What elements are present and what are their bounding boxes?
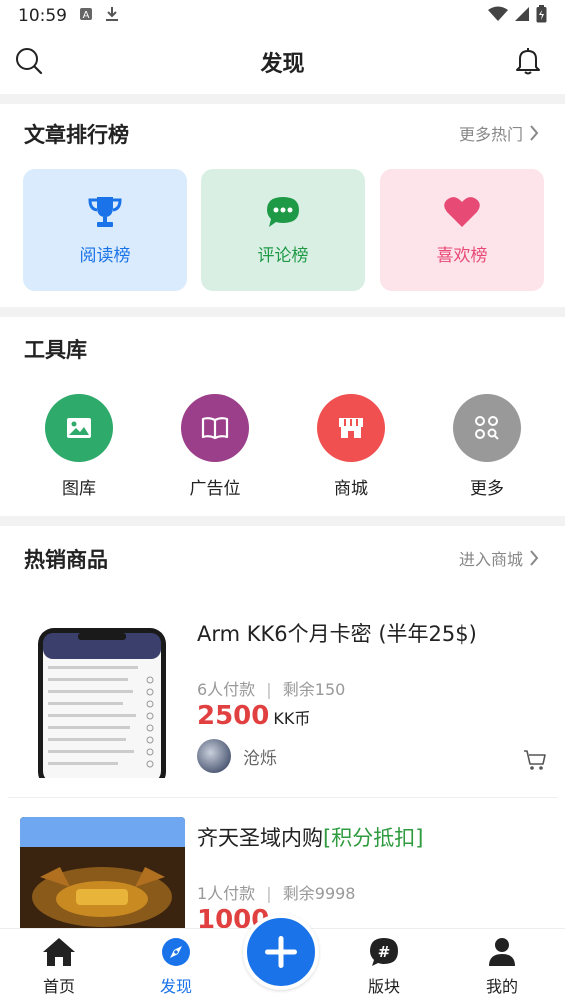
product-price-unit: KK币 <box>273 709 311 728</box>
hot-section-title: 热销商品 <box>24 548 108 572</box>
bell-icon[interactable] <box>513 46 543 76</box>
product-meta: 6人付款 | 剩余150 <box>197 676 345 700</box>
trophy-icon <box>88 196 122 227</box>
enter-shop-link[interactable]: 进入商城 <box>459 546 539 570</box>
product-card[interactable]: Arm KK6个月卡密 (半年25$) 6人付款 | 剩余150 2500 KK币… <box>0 600 565 795</box>
avatar <box>197 739 231 773</box>
tool-more[interactable]: 更多 <box>437 394 537 499</box>
publish-button[interactable] <box>243 914 319 990</box>
notification-a-icon: A <box>79 7 93 25</box>
nav-forum[interactable]: # 版块 <box>344 937 424 997</box>
tool-shop[interactable]: 商城 <box>301 394 401 499</box>
rank-card-label: 评论榜 <box>257 245 309 266</box>
rank-card-label: 喜欢榜 <box>436 245 488 266</box>
battery-icon <box>536 4 547 28</box>
nav-label: 版块 <box>367 977 400 996</box>
product-price: 2500 KK币 <box>197 701 310 731</box>
rank-card-read[interactable]: 阅读榜 <box>23 169 187 291</box>
tool-label: 广告位 <box>189 479 241 499</box>
tool-gallery[interactable]: 图库 <box>29 394 129 499</box>
book-icon <box>181 394 249 462</box>
product-meta: 1人付款 | 剩余9998 <box>197 880 356 904</box>
product-stock: 剩余150 <box>282 680 346 699</box>
product-stock: 剩余9998 <box>282 884 356 903</box>
chevron-right-icon <box>530 550 539 566</box>
chevron-right-icon <box>530 125 539 141</box>
wifi-icon <box>488 6 508 27</box>
product-title-text: Arm KK6个月卡密 (半年25$) <box>197 622 477 646</box>
nav-home[interactable]: 首页 <box>19 937 99 997</box>
product-thumbnail <box>20 817 185 928</box>
tool-label: 图库 <box>62 479 96 499</box>
page-title: 发现 <box>260 52 305 77</box>
nav-label: 发现 <box>159 977 192 996</box>
product-thumbnail <box>20 620 185 778</box>
nav-me[interactable]: 我的 <box>462 937 542 997</box>
nav-label: 首页 <box>42 977 75 996</box>
product-divider <box>8 797 557 798</box>
shop-icon <box>317 394 385 462</box>
status-bar: 10:59 A <box>0 0 565 32</box>
image-icon <box>45 394 113 462</box>
heart-icon <box>444 196 480 227</box>
rank-card-label: 阅读榜 <box>79 245 131 266</box>
nav-label: 我的 <box>485 977 518 996</box>
svg-text:#: # <box>378 943 391 961</box>
tool-ad-slot[interactable]: 广告位 <box>165 394 265 499</box>
articles-section-title: 文章排行榜 <box>24 123 129 147</box>
search-icon[interactable] <box>14 46 44 76</box>
product-sold: 6人付款 <box>197 680 256 699</box>
enter-shop-label: 进入商城 <box>458 550 523 569</box>
product-seller[interactable]: 沧烁 <box>197 739 277 773</box>
signal-icon <box>514 6 530 27</box>
cart-icon[interactable] <box>523 749 547 771</box>
product-card[interactable]: 齐天圣域内购[积分抵扣] 1人付款 | 剩余9998 1000 <box>0 800 565 928</box>
product-tag: [积分抵扣] <box>323 826 424 850</box>
tool-label: 更多 <box>470 479 504 499</box>
product-price-value: 2500 <box>197 701 270 731</box>
chat-icon <box>267 196 299 227</box>
top-bar: 发现 <box>0 34 565 90</box>
product-title-text: 齐天圣域内购 <box>197 826 323 850</box>
meta-separator: | <box>266 884 272 903</box>
home-icon <box>43 938 75 966</box>
tools-section-title: 工具库 <box>24 338 87 362</box>
seller-name: 沧烁 <box>243 748 277 769</box>
more-hot-link[interactable]: 更多热门 <box>459 121 539 145</box>
tool-label: 商城 <box>334 479 368 499</box>
more-hot-label: 更多热门 <box>458 125 523 144</box>
hashtag-chat-icon: # <box>370 938 398 966</box>
status-time: 10:59 <box>18 6 67 26</box>
more-grid-icon <box>453 394 521 462</box>
nav-discover[interactable]: 发现 <box>136 937 216 997</box>
product-title: Arm KK6个月卡密 (半年25$) <box>197 618 477 648</box>
user-icon <box>489 938 515 966</box>
rank-card-comment[interactable]: 评论榜 <box>201 169 365 291</box>
plus-icon <box>265 936 297 968</box>
divider <box>0 307 565 317</box>
meta-separator: | <box>266 680 272 699</box>
compass-icon <box>162 938 190 966</box>
divider <box>0 94 565 104</box>
divider <box>0 516 565 526</box>
download-icon <box>105 6 119 26</box>
rank-card-like[interactable]: 喜欢榜 <box>380 169 544 291</box>
svg-text:A: A <box>83 10 90 21</box>
product-title: 齐天圣域内购[积分抵扣] <box>197 822 423 852</box>
product-sold: 1人付款 <box>197 884 256 903</box>
